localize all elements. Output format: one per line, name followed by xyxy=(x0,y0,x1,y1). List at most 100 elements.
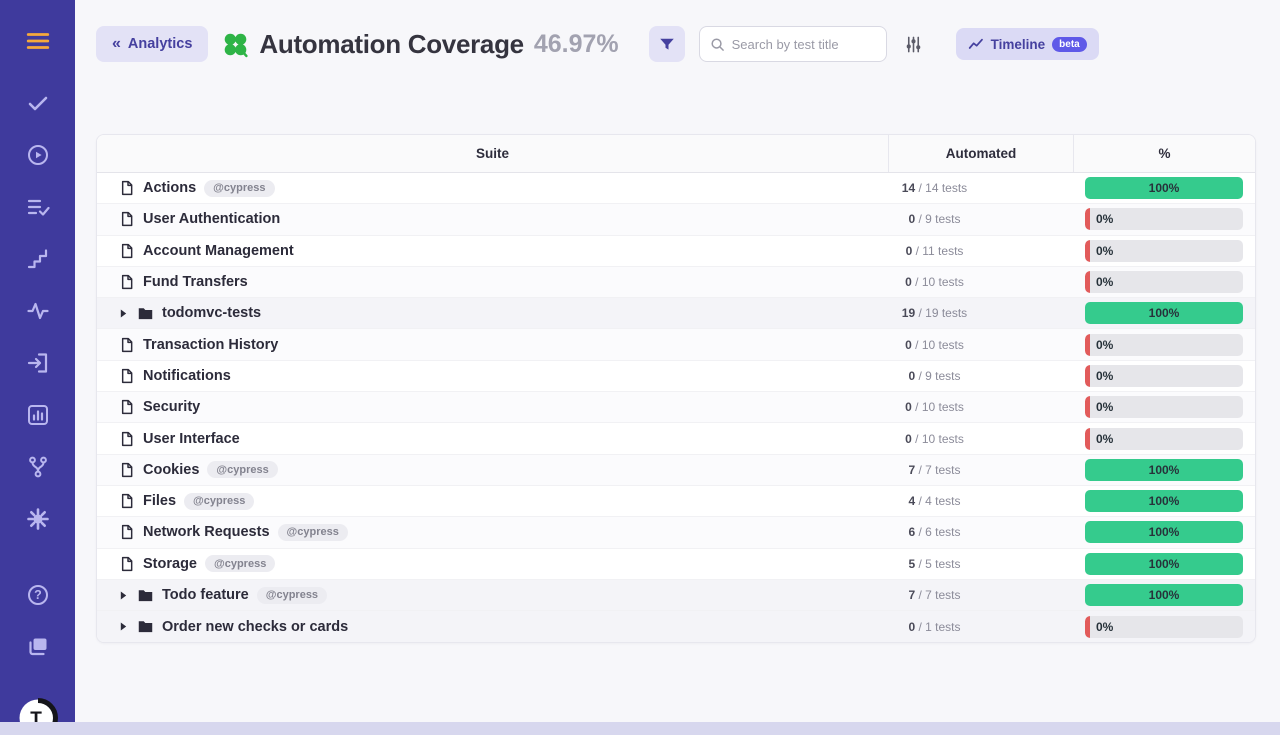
progress-label: 100% xyxy=(1085,177,1243,199)
suite-name: todomvc-tests xyxy=(162,305,261,321)
filter-button[interactable] xyxy=(649,26,685,62)
suite-cell: todomvc-tests xyxy=(97,305,888,322)
table-row[interactable]: Notifications 0 / 9 tests 0% xyxy=(97,361,1255,392)
gear-icon[interactable] xyxy=(23,504,53,534)
progress-fill xyxy=(1085,208,1090,230)
suite-cell: Cookies @cypress xyxy=(97,461,888,478)
run-list-icon[interactable] xyxy=(23,192,53,222)
table-row[interactable]: Storage @cypress 5 / 5 tests 100% xyxy=(97,549,1255,580)
timeline-label: Timeline xyxy=(991,37,1046,52)
automated-total: / 10 tests xyxy=(912,338,964,352)
caret-right-icon[interactable] xyxy=(119,309,129,318)
analytics-back-label: Analytics xyxy=(128,36,192,52)
percent-cell: 100% xyxy=(1073,459,1255,481)
automated-cell: 0 / 10 tests xyxy=(888,400,1073,414)
beta-badge: beta xyxy=(1052,37,1087,52)
table-row[interactable]: Files @cypress 4 / 4 tests 100% xyxy=(97,486,1255,517)
progress-bar: 100% xyxy=(1085,521,1243,543)
funnel-icon xyxy=(658,35,676,53)
caret-right-icon[interactable] xyxy=(119,622,129,631)
suite-icon xyxy=(119,243,135,259)
analytics-back-button[interactable]: « Analytics xyxy=(96,26,208,62)
progress-label: 100% xyxy=(1085,553,1243,575)
percent-cell: 0% xyxy=(1073,365,1255,387)
table-row[interactable]: Fund Transfers 0 / 10 tests 0% xyxy=(97,267,1255,298)
menu-icon[interactable] xyxy=(23,26,53,56)
table-header: Suite Automated % xyxy=(97,135,1255,173)
play-circle-icon[interactable] xyxy=(23,140,53,170)
table-row[interactable]: Security 0 / 10 tests 0% xyxy=(97,392,1255,423)
automated-total: / 19 tests xyxy=(915,306,967,320)
automated-count: 14 xyxy=(902,181,915,195)
import-icon[interactable] xyxy=(23,348,53,378)
percent-cell: 0% xyxy=(1073,208,1255,230)
progress-bar: 0% xyxy=(1085,240,1243,262)
automated-cell: 0 / 11 tests xyxy=(888,244,1073,258)
progress-fill xyxy=(1085,271,1090,293)
suite-cell: Files @cypress xyxy=(97,493,888,510)
branch-icon[interactable] xyxy=(23,452,53,482)
suite-name: Actions xyxy=(143,180,196,196)
percent-cell: 0% xyxy=(1073,334,1255,356)
suite-name: Notifications xyxy=(143,368,231,384)
automated-cell: 5 / 5 tests xyxy=(888,557,1073,571)
timeline-button[interactable]: Timeline beta xyxy=(956,28,1099,60)
progress-bar: 0% xyxy=(1085,396,1243,418)
progress-fill xyxy=(1085,396,1090,418)
suite-cell: Storage @cypress xyxy=(97,555,888,572)
automated-total: / 7 tests xyxy=(915,463,960,477)
clover-icon xyxy=(222,31,249,58)
projects-icon[interactable] xyxy=(23,632,53,662)
progress-bar: 0% xyxy=(1085,428,1243,450)
search-icon xyxy=(710,37,725,52)
automated-cell: 0 / 9 tests xyxy=(888,369,1073,383)
table-row[interactable]: Account Management 0 / 11 tests 0% xyxy=(97,236,1255,267)
automated-total: / 11 tests xyxy=(912,244,963,258)
suite-name: Storage xyxy=(143,556,197,572)
search-input[interactable] xyxy=(732,37,876,52)
table-row[interactable]: Cookies @cypress 7 / 7 tests 100% xyxy=(97,455,1255,486)
progress-bar: 0% xyxy=(1085,365,1243,387)
percent-cell: 0% xyxy=(1073,616,1255,638)
check-icon[interactable] xyxy=(23,88,53,118)
suite-icon xyxy=(119,431,135,447)
suite-cell: Network Requests @cypress xyxy=(97,524,888,541)
suite-cell: Todo feature @cypress xyxy=(97,587,888,604)
table-row[interactable]: todomvc-tests 19 / 19 tests 100% xyxy=(97,298,1255,329)
progress-label: 0% xyxy=(1096,616,1113,638)
column-header-percent: % xyxy=(1073,135,1255,172)
percent-cell: 100% xyxy=(1073,177,1255,199)
progress-bar: 100% xyxy=(1085,302,1243,324)
tag-badge: @cypress xyxy=(205,555,275,572)
column-header-suite: Suite xyxy=(97,135,888,172)
automated-cell: 6 / 6 tests xyxy=(888,525,1073,539)
table-row[interactable]: Transaction History 0 / 10 tests 0% xyxy=(97,329,1255,360)
automated-total: / 9 tests xyxy=(915,369,960,383)
automated-count: 0 xyxy=(905,432,912,446)
steps-icon[interactable] xyxy=(23,244,53,274)
suite-name: Files xyxy=(143,493,176,509)
progress-fill xyxy=(1085,334,1090,356)
table-row[interactable]: Todo feature @cypress 7 / 7 tests 100% xyxy=(97,580,1255,611)
progress-label: 0% xyxy=(1096,240,1113,262)
analytics-chart-icon[interactable] xyxy=(23,400,53,430)
suite-name: Security xyxy=(143,399,200,415)
progress-bar: 100% xyxy=(1085,459,1243,481)
help-icon[interactable]: ? xyxy=(23,580,53,610)
table-row[interactable]: User Interface 0 / 10 tests 0% xyxy=(97,423,1255,454)
automated-cell: 14 / 14 tests xyxy=(888,181,1073,195)
table-row[interactable]: Order new checks or cards 0 / 1 tests 0% xyxy=(97,611,1255,642)
pulse-icon[interactable] xyxy=(23,296,53,326)
table-row[interactable]: User Authentication 0 / 9 tests 0% xyxy=(97,204,1255,235)
progress-label: 0% xyxy=(1096,208,1113,230)
topbar: « Analytics Automation Coverage 46.97% xyxy=(75,0,1280,62)
suite-icon xyxy=(137,587,154,604)
table-row[interactable]: Actions @cypress 14 / 14 tests 100% xyxy=(97,173,1255,204)
suite-icon xyxy=(119,180,135,196)
table-row[interactable]: Network Requests @cypress 6 / 6 tests 10… xyxy=(97,517,1255,548)
tag-badge: @cypress xyxy=(257,587,327,604)
caret-right-icon[interactable] xyxy=(119,591,129,600)
automated-total: / 6 tests xyxy=(915,525,960,539)
suite-icon xyxy=(119,274,135,290)
adjustments-button[interactable] xyxy=(900,30,928,58)
